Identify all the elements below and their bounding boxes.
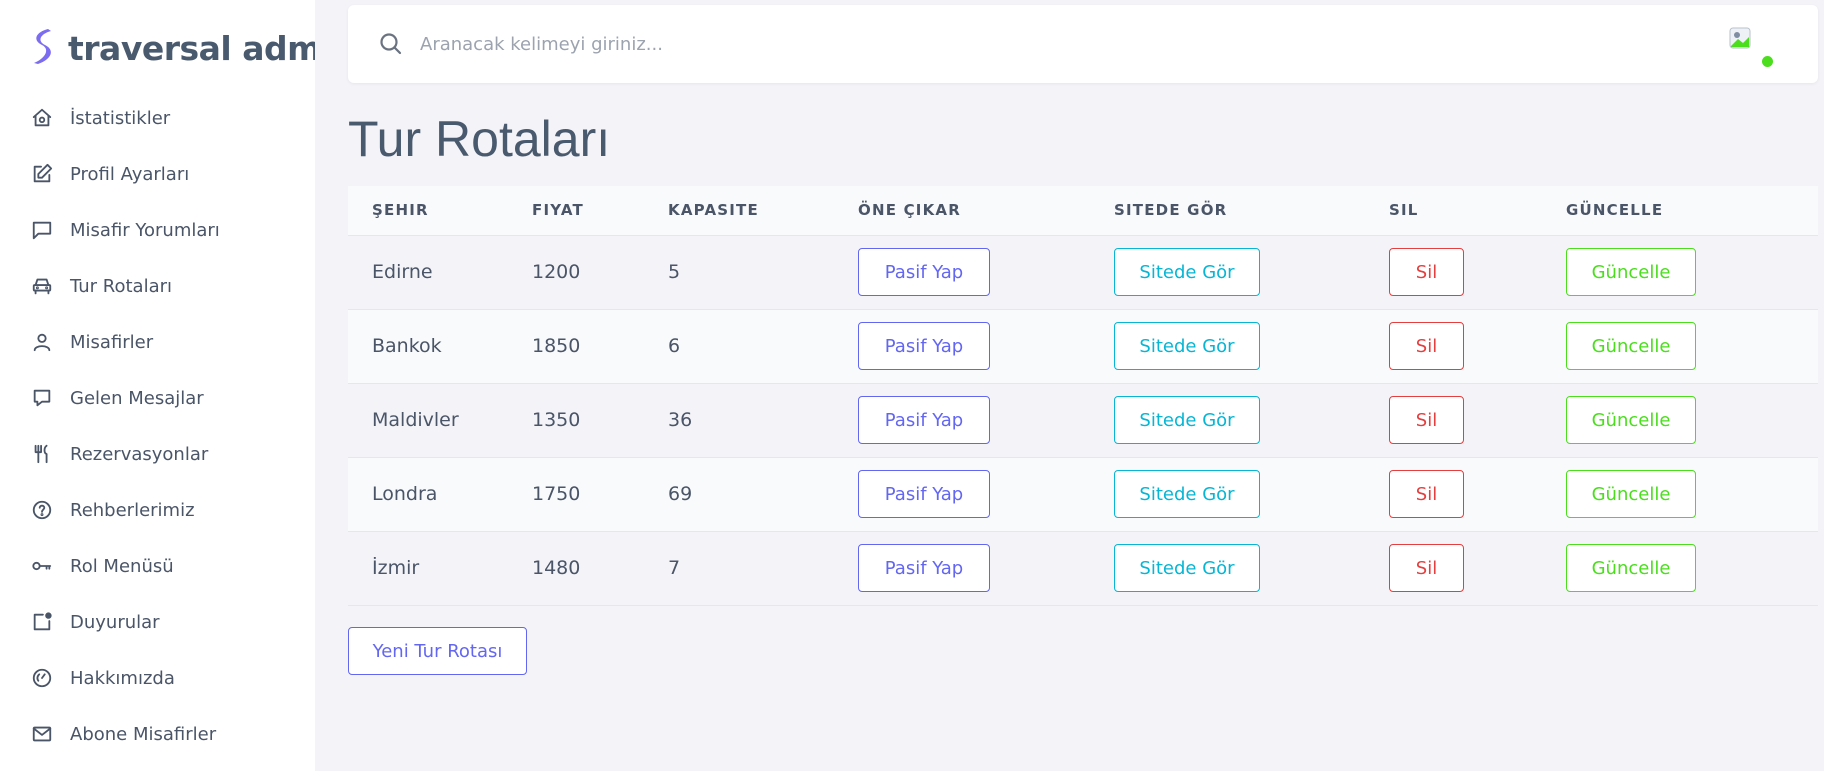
page-title: Tur Rotaları <box>348 111 611 167</box>
table-row: İzmir 1480 7 Pasif Yap Sitede Gör Sil Gü… <box>348 531 1818 605</box>
sidebar-item-label: İstatistikler <box>70 107 171 129</box>
sidebar-item-label: Misafirler <box>70 331 154 353</box>
column-header-city: ŞEHIR <box>348 186 532 236</box>
sidebar-item-label: Rehberlerimiz <box>70 499 195 521</box>
capacity-cell: 6 <box>668 335 681 357</box>
update-button[interactable]: Güncelle <box>1566 248 1696 296</box>
sidebar-item-label: Misafir Yorumları <box>70 219 220 241</box>
make-passive-button[interactable]: Pasif Yap <box>858 544 990 592</box>
top-header <box>348 5 1818 83</box>
sidebar-item-tur-rotalari[interactable]: Tur Rotaları <box>0 258 315 314</box>
delete-button[interactable]: Sil <box>1389 470 1464 518</box>
make-passive-button[interactable]: Pasif Yap <box>858 248 990 296</box>
edit-icon <box>30 162 54 186</box>
sidebar-item-rehberlerimiz[interactable]: Rehberlerimiz <box>0 482 315 538</box>
sidebar-item-gelen-mesajlar[interactable]: Gelen Mesajlar <box>0 370 315 426</box>
capacity-cell: 69 <box>668 483 693 505</box>
chat-icon <box>30 386 54 410</box>
car-icon <box>30 274 54 298</box>
update-button[interactable]: Güncelle <box>1566 322 1696 370</box>
sidebar-nav: İstatistikler Profil Ayarları Misafir Yo… <box>0 90 315 762</box>
sidebar-item-label: Profil Ayarları <box>70 163 190 185</box>
utensils-icon <box>30 442 54 466</box>
make-passive-button[interactable]: Pasif Yap <box>858 470 990 518</box>
sidebar-item-rezervasyonlar[interactable]: Rezervasyonlar <box>0 426 315 482</box>
capacity-cell: 7 <box>668 557 681 579</box>
sidebar-item-hakkimizda[interactable]: Hakkımızda <box>0 650 315 706</box>
city-cell: Edirne <box>372 261 433 283</box>
user-icon <box>30 330 54 354</box>
column-header-feature: ÖNE ÇIKAR <box>858 186 1114 236</box>
sidebar-item-label: Duyurular <box>70 611 160 633</box>
user-avatar[interactable] <box>1729 27 1751 49</box>
price-cell: 1480 <box>532 557 581 579</box>
column-header-update: GÜNCELLE <box>1566 186 1818 236</box>
table-row: Edirne 1200 5 Pasif Yap Sitede Gör Sil G… <box>348 235 1818 309</box>
delete-button[interactable]: Sil <box>1389 322 1464 370</box>
view-on-site-button[interactable]: Sitede Gör <box>1114 322 1260 370</box>
mail-icon <box>30 722 54 746</box>
search-icon[interactable] <box>378 31 404 57</box>
update-button[interactable]: Güncelle <box>1566 544 1696 592</box>
home-icon <box>30 106 54 130</box>
brand-name: traversal admin <box>68 28 315 68</box>
table-row: Londra 1750 69 Pasif Yap Sitede Gör Sil … <box>348 457 1818 531</box>
view-on-site-button[interactable]: Sitede Gör <box>1114 248 1260 296</box>
sidebar-item-label: Abone Misafirler <box>70 723 217 745</box>
sidebar-item-label: Gelen Mesajlar <box>70 387 204 409</box>
sidebar-item-abone-misafirler[interactable]: Abone Misafirler <box>0 706 315 762</box>
price-cell: 1850 <box>532 335 581 357</box>
tour-routes-table: ŞEHIR FIYAT KAPASITE ÖNE ÇIKAR SITEDE GÖ… <box>348 186 1818 606</box>
column-header-delete: SIL <box>1389 186 1566 236</box>
view-on-site-button[interactable]: Sitede Gör <box>1114 544 1260 592</box>
message-square-icon <box>30 218 54 242</box>
view-on-site-button[interactable]: Sitede Gör <box>1114 396 1260 444</box>
delete-button[interactable]: Sil <box>1389 544 1464 592</box>
new-tour-route-button[interactable]: Yeni Tur Rotası <box>348 627 527 675</box>
brand-logo-icon <box>28 26 56 70</box>
sidebar-item-misafirler[interactable]: Misafirler <box>0 314 315 370</box>
delete-button[interactable]: Sil <box>1389 248 1464 296</box>
sidebar-item-rol-menusu[interactable]: Rol Menüsü <box>0 538 315 594</box>
table-row: Maldivler 1350 36 Pasif Yap Sitede Gör S… <box>348 383 1818 457</box>
sidebar-item-istatistikler[interactable]: İstatistikler <box>0 90 315 146</box>
update-button[interactable]: Güncelle <box>1566 470 1696 518</box>
search-input[interactable] <box>420 25 720 63</box>
city-cell: Londra <box>372 483 438 505</box>
sidebar-item-label: Rezervasyonlar <box>70 443 209 465</box>
price-cell: 1750 <box>532 483 581 505</box>
column-header-capacity: KAPASITE <box>668 186 858 236</box>
sidebar-item-misafir-yorumlari[interactable]: Misafir Yorumları <box>0 202 315 258</box>
make-passive-button[interactable]: Pasif Yap <box>858 322 990 370</box>
column-header-price: FIYAT <box>532 186 668 236</box>
city-cell: Maldivler <box>372 409 459 431</box>
capacity-cell: 36 <box>668 409 693 431</box>
city-cell: Bankok <box>372 335 442 357</box>
column-header-view: SITEDE GÖR <box>1114 186 1389 236</box>
online-status-indicator <box>1762 56 1773 67</box>
help-circle-icon <box>30 498 54 522</box>
table-header-row: ŞEHIR FIYAT KAPASITE ÖNE ÇIKAR SITEDE GÖ… <box>348 186 1818 236</box>
view-on-site-button[interactable]: Sitede Gör <box>1114 470 1260 518</box>
sidebar-item-duyurular[interactable]: Duyurular <box>0 594 315 650</box>
sidebar: traversal admin İstatistikler Profil Aya… <box>0 0 315 771</box>
key-icon <box>30 554 54 578</box>
sidebar-item-label: Tur Rotaları <box>70 275 173 297</box>
notification-icon <box>30 610 54 634</box>
make-passive-button[interactable]: Pasif Yap <box>858 396 990 444</box>
price-cell: 1350 <box>532 409 581 431</box>
table-row: Bankok 1850 6 Pasif Yap Sitede Gör Sil G… <box>348 309 1818 383</box>
update-button[interactable]: Güncelle <box>1566 396 1696 444</box>
sidebar-item-label: Hakkımızda <box>70 667 175 689</box>
dashboard-gauge-icon <box>30 666 54 690</box>
city-cell: İzmir <box>372 557 420 579</box>
delete-button[interactable]: Sil <box>1389 396 1464 444</box>
capacity-cell: 5 <box>668 261 681 283</box>
sidebar-item-label: Rol Menüsü <box>70 555 174 577</box>
price-cell: 1200 <box>532 261 581 283</box>
sidebar-item-profil-ayarlari[interactable]: Profil Ayarları <box>0 146 315 202</box>
brand[interactable]: traversal admin <box>28 26 315 70</box>
